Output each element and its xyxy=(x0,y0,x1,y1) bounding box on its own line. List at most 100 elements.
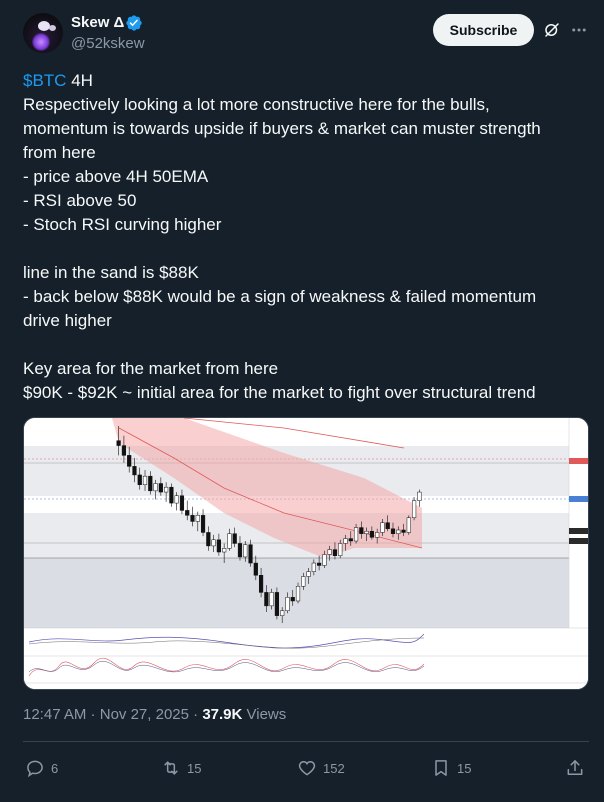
repost-count: 15 xyxy=(187,760,202,776)
candle-body xyxy=(364,530,369,534)
candle-body xyxy=(406,517,411,533)
candle-body xyxy=(385,522,390,530)
tweet-line: line in the sand is $88K xyxy=(23,263,199,282)
candle-body xyxy=(317,562,322,566)
more-icon[interactable] xyxy=(570,21,588,39)
tweet-line: Respectively looking a lot more construc… xyxy=(23,95,490,114)
divider xyxy=(23,741,589,742)
price-chart xyxy=(24,418,588,689)
candle-body xyxy=(274,592,280,616)
tweet-line: - RSI above 50 xyxy=(23,191,137,210)
candle-body xyxy=(396,529,401,534)
candle-body xyxy=(311,562,316,572)
candle-body xyxy=(359,527,364,534)
candle-body xyxy=(253,562,258,576)
candle-body xyxy=(343,538,348,544)
candle-body xyxy=(185,510,190,516)
candle-body xyxy=(148,475,153,492)
candle-body xyxy=(200,515,206,533)
candle-body xyxy=(195,515,200,522)
candle-body xyxy=(116,440,121,446)
reply-count: 6 xyxy=(51,760,59,776)
chart-image[interactable] xyxy=(23,417,589,690)
candle-body xyxy=(332,549,338,556)
tweet-line: $BTC 4H xyxy=(23,71,93,90)
bookmark-count: 15 xyxy=(457,760,472,776)
like-count: 152 xyxy=(323,760,345,776)
cashtag-link[interactable]: $BTC xyxy=(23,71,66,90)
candle-body xyxy=(132,466,137,476)
candle-body xyxy=(216,539,221,553)
author-handle[interactable]: @52kskew xyxy=(71,35,145,52)
candle-body xyxy=(353,527,359,542)
candle-body xyxy=(417,491,422,501)
candle-body xyxy=(211,539,216,547)
reply-button[interactable]: 6 xyxy=(25,756,58,780)
tweet-line: from here xyxy=(23,143,96,162)
like-button[interactable]: 152 xyxy=(297,756,345,780)
candle-body xyxy=(206,532,211,547)
candle-body xyxy=(306,571,311,577)
candle-body xyxy=(222,548,227,553)
candle-body xyxy=(137,474,142,485)
avatar[interactable] xyxy=(23,13,63,53)
candle-body xyxy=(127,455,132,467)
subscribe-button[interactable]: Subscribe xyxy=(433,14,534,46)
candle-body xyxy=(390,528,396,534)
candle-body xyxy=(380,522,385,533)
candle-body xyxy=(285,597,290,612)
candle-body xyxy=(280,610,285,616)
candle-body xyxy=(348,538,353,542)
candle-body xyxy=(295,586,301,602)
candle-body xyxy=(190,515,195,522)
candle-body xyxy=(322,554,327,566)
candle-body xyxy=(411,500,417,519)
tweet-line: Key area for the market from here xyxy=(23,359,279,378)
tweet-line: - Stoch RSI curving higher xyxy=(23,215,222,234)
tweet-line: - back below $88K would be a sign of wea… xyxy=(23,287,537,306)
candle-body xyxy=(158,483,163,493)
candle-body xyxy=(237,543,243,558)
share-icon xyxy=(567,760,583,775)
tweet-line: $90K - $92K ~ initial area for the marke… xyxy=(23,383,536,402)
candle-body xyxy=(269,592,274,607)
candle-body xyxy=(227,533,232,549)
tweet-date[interactable]: Nov 27, 2025 xyxy=(100,706,189,723)
candle-body xyxy=(232,533,237,544)
candle-body xyxy=(174,495,179,504)
tweet-header: Skew Δ @52kskew Subscribe xyxy=(0,0,604,62)
repost-button[interactable]: 15 xyxy=(161,756,201,780)
verified-badge-icon xyxy=(126,15,142,31)
candle-body xyxy=(369,530,374,538)
candle-body xyxy=(164,486,169,493)
candle-body xyxy=(169,486,174,504)
tweet-text: $BTC 4H Respectively looking a lot more … xyxy=(23,69,583,405)
tweet-time[interactable]: 12:47 AM xyxy=(23,706,86,723)
candle-body xyxy=(327,549,332,555)
candle-body xyxy=(121,445,127,456)
views-count: 37.9K xyxy=(202,706,243,723)
repost-icon xyxy=(164,761,178,775)
candle-body xyxy=(153,483,158,492)
candle-body xyxy=(264,592,269,607)
candle-body xyxy=(243,544,248,558)
candle-body xyxy=(375,532,380,538)
candle-body xyxy=(248,544,253,564)
grok-icon[interactable] xyxy=(543,21,561,39)
tweet-line: - price above 4H 50EMA xyxy=(23,167,209,186)
candle-body xyxy=(179,495,185,511)
author-name[interactable]: Skew Δ xyxy=(71,14,124,31)
candle-body xyxy=(290,597,295,602)
bookmark-button[interactable]: 15 xyxy=(431,756,471,780)
reply-icon xyxy=(27,760,43,778)
candle-body xyxy=(401,529,406,533)
tweet-meta: 12:47 AM · Nov 27, 2025 · 37.9K Views xyxy=(23,706,287,723)
candle-body xyxy=(338,543,343,556)
candle-body xyxy=(258,575,264,593)
tweet-line: drive higher xyxy=(23,311,112,330)
candle-body xyxy=(142,475,148,485)
views-label: Views xyxy=(242,706,287,723)
share-button[interactable] xyxy=(565,756,591,780)
